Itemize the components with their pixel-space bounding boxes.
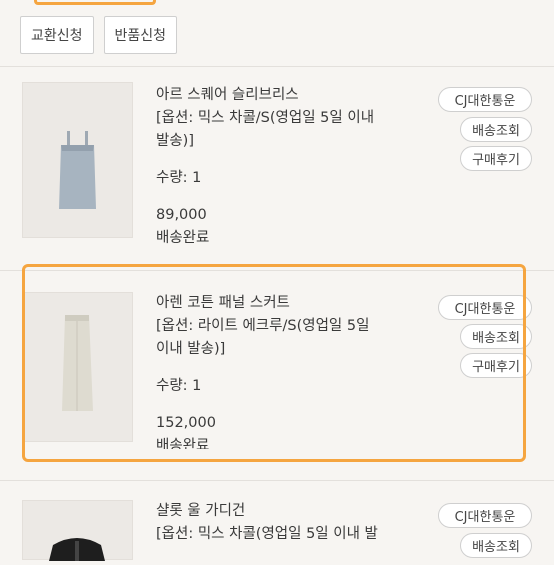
product-option: [옵션: 믹스 차콜/S(영업일 5일 이내 [156,110,375,126]
exchange-request-button[interactable]: 교환신청 [20,16,94,54]
courier-button[interactable]: CJ대한통운 [438,503,532,528]
write-review-button[interactable]: 구매후기 [460,146,532,171]
top-highlight-annotation [34,0,156,5]
courier-button[interactable]: CJ대한통운 [438,87,532,112]
divider [0,480,554,481]
order-actions: 교환신청 반품신청 [20,16,178,54]
product-image[interactable] [22,82,133,238]
track-delivery-button[interactable]: 배송조회 [460,533,532,558]
divider [0,66,554,67]
return-request-button[interactable]: 반품신청 [103,16,178,54]
product-image[interactable] [22,500,133,561]
track-delivery-button[interactable]: 배송조회 [460,117,532,142]
product-option: 발송)] [156,133,194,149]
product-option: [옵션: 믹스 차콜(영업일 5일 이내 발 [156,526,378,542]
quantity: 수량: 1 [156,170,202,186]
price: 89,000 [156,207,207,223]
product-name[interactable]: 샬롯 울 가디건 [156,500,416,523]
delivery-status: 배송완료 [156,230,210,246]
product-name[interactable]: 아르 스퀘어 슬리브리스 [156,84,416,107]
highlight-annotation [22,264,526,462]
